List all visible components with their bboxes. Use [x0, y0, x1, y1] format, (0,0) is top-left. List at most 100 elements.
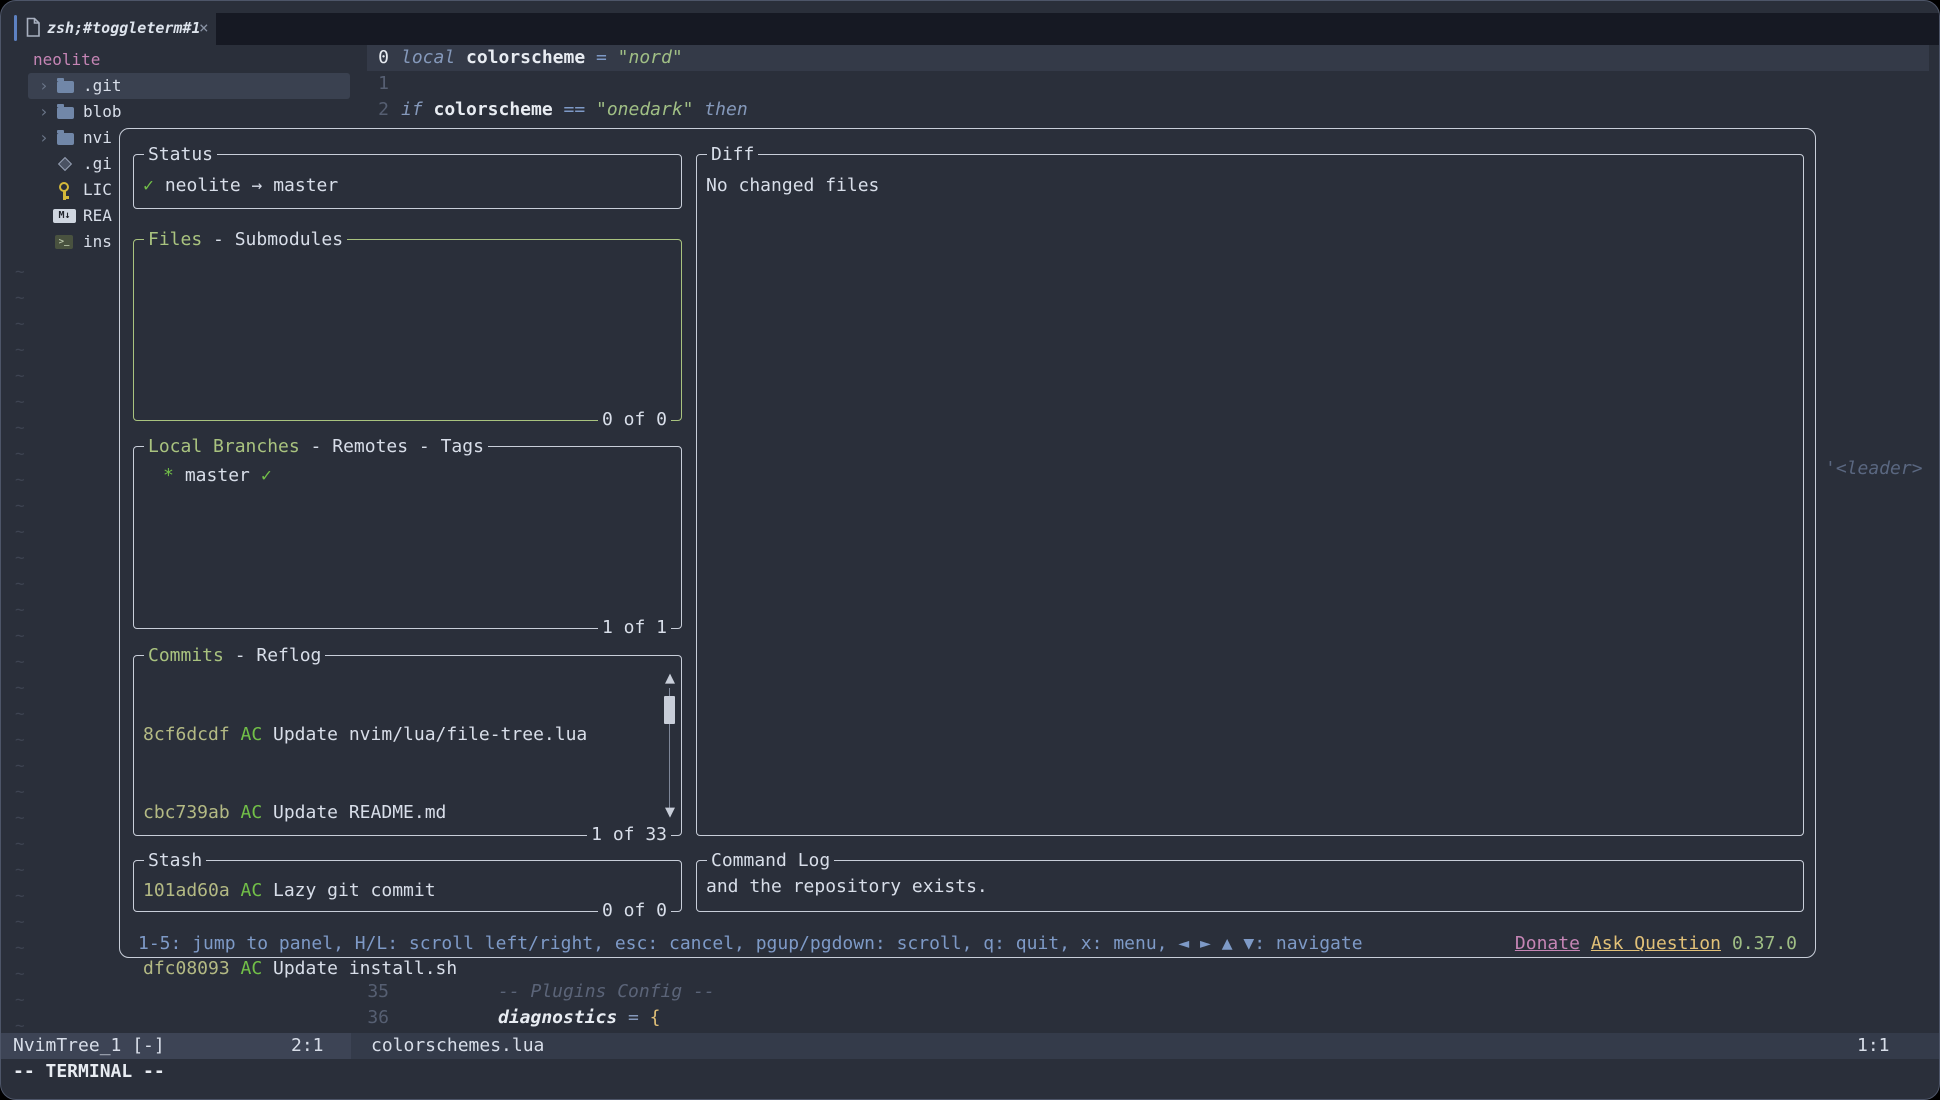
scroll-down-icon[interactable]: ▼	[663, 806, 677, 820]
variable-token: colorscheme	[466, 45, 585, 71]
stash-count: 0 of 0	[598, 898, 671, 924]
current-branch-star-icon: *	[163, 463, 174, 489]
tab-terminal-toggleterm[interactable]: zsh;#toggleterm#1	[47, 15, 201, 41]
markdown-icon: M↓	[53, 209, 76, 223]
variable-token: colorscheme	[433, 97, 552, 123]
key-icon	[59, 182, 69, 192]
commit-message: Update install.sh	[273, 956, 457, 982]
line-number: 0	[367, 45, 389, 71]
command-log-panel-title: Command Log	[707, 848, 834, 874]
line-number: 2	[367, 97, 389, 123]
files-count: 0 of 0	[598, 407, 671, 433]
branches-panel-title: Local Branches - Remotes - Tags	[144, 434, 488, 460]
operator-token: ==	[564, 97, 586, 123]
command-log-message: and the repository exists.	[706, 874, 988, 900]
tilde-column: ~~~~~~~~~~~~~~~~~~~~~~~~~~~~~~	[15, 259, 25, 1039]
branches-count: 1 of 1	[598, 615, 671, 641]
keyword-token: if	[401, 97, 423, 123]
status-panel-title: Status	[144, 142, 217, 168]
line-number: 1	[367, 71, 389, 97]
lazygit-version: 0.37.0	[1732, 931, 1797, 957]
folder-icon	[57, 133, 74, 145]
commit-hash: cbc739ab	[143, 800, 230, 826]
commit-row[interactable]: 8cf6dcdf AC Update nvim/lua/file-tree.lua	[143, 722, 587, 748]
diff-empty-message: No changed files	[706, 173, 879, 199]
chevron-right-icon[interactable]: ›	[39, 99, 49, 125]
neovim-window: zsh;#toggleterm#1 × neolite › .git › blo…	[0, 0, 1940, 1100]
statusline-tree-position: 2:1	[291, 1033, 324, 1059]
branch-row-master[interactable]: * master ✓	[163, 463, 272, 489]
stash-panel-title: Stash	[144, 848, 206, 874]
active-tab-indicator	[14, 15, 17, 41]
lazygit-bottom-bar: 1-5: jump to panel, H/L: scroll left/rig…	[138, 931, 1797, 957]
tree-item-git-folder[interactable]: › .git	[1, 73, 361, 99]
ask-question-link[interactable]: Ask Question	[1591, 931, 1721, 957]
commits-panel-title: Commits - Reflog	[144, 643, 325, 669]
folder-icon	[57, 107, 74, 119]
repo-branch-text: neolite → master	[165, 173, 338, 199]
terminal-icon: >_	[55, 235, 73, 249]
tree-item-blob-folder[interactable]: › blob	[1, 99, 361, 125]
commits-count: 1 of 33	[587, 822, 671, 848]
leader-key-hint: '<leader>	[1825, 456, 1923, 482]
commit-hash: dfc08093	[143, 956, 230, 982]
tree-item-label: LIC	[83, 177, 112, 203]
local-branches-tab-active[interactable]: Local Branches	[148, 436, 300, 457]
lazygit-files-panel[interactable]: Files - Submodules 0 of 0	[133, 239, 682, 421]
scrollbar-thumb[interactable]	[664, 696, 675, 724]
tree-item-label: REA	[83, 203, 112, 229]
commit-hash: 8cf6dcdf	[143, 722, 230, 748]
diff-panel-title: Diff	[707, 142, 758, 168]
check-icon: ✓	[143, 173, 154, 199]
brace-token: {	[650, 1005, 661, 1031]
keyword-token: then	[704, 97, 747, 123]
commit-message: Update nvim/lua/file-tree.lua	[273, 722, 587, 748]
status-repo-row[interactable]: ✓ neolite → master	[143, 173, 338, 199]
branch-name: master	[185, 463, 250, 489]
gitignore-icon	[58, 157, 72, 171]
statusline: NvimTree_1 [-] 2:1 colorschemes.lua 1:1	[1, 1033, 1940, 1059]
lazygit-diff-panel[interactable]: Diff No changed files	[696, 154, 1804, 836]
lazygit-stash-panel[interactable]: Stash 0 of 0	[133, 860, 682, 912]
tree-item-label: nvi	[83, 125, 112, 151]
operator-token: =	[628, 1005, 639, 1031]
commit-author: AC	[241, 722, 263, 748]
scroll-up-icon[interactable]: ▲	[663, 672, 677, 686]
donate-link[interactable]: Donate	[1515, 931, 1580, 957]
code-line-0[interactable]: local colorscheme = "nord"	[401, 45, 683, 71]
tree-root-folder[interactable]: neolite	[33, 47, 100, 73]
remotes-tags-tabs[interactable]: - Remotes - Tags	[300, 436, 484, 457]
commits-tab-active[interactable]: Commits	[148, 645, 224, 666]
tab-close-icon[interactable]: ×	[199, 15, 209, 41]
operator-token: =	[596, 45, 607, 71]
commit-row[interactable]: dfc08093 AC Update install.sh	[143, 956, 587, 982]
lazygit-command-log-panel[interactable]: Command Log and the repository exists.	[696, 860, 1804, 912]
lazygit-branches-panel[interactable]: Local Branches - Remotes - Tags * master…	[133, 446, 682, 629]
lazygit-float-window: Status ✓ neolite → master Files - Submod…	[119, 128, 1816, 958]
chevron-right-icon[interactable]: ›	[39, 125, 49, 151]
commit-row[interactable]: cbc739ab AC Update README.md	[143, 800, 587, 826]
file-icon	[25, 17, 41, 42]
commit-author: AC	[241, 800, 263, 826]
statusline-cursor-position: 1:1	[1857, 1033, 1890, 1059]
tree-item-label: .git	[83, 73, 122, 99]
commits-scrollbar[interactable]: ▲ ▼	[662, 672, 677, 824]
keybind-hints: 1-5: jump to panel, H/L: scroll left/rig…	[138, 933, 1363, 954]
reflog-tab[interactable]: - Reflog	[224, 645, 322, 666]
code-line-2[interactable]: if colorscheme == "onedark" then	[401, 97, 748, 123]
statusline-buffer-name: NvimTree_1 [-]	[13, 1033, 165, 1059]
tree-item-label: .gi	[83, 151, 112, 177]
string-token: "onedark"	[596, 97, 694, 123]
files-panel-title: Files - Submodules	[144, 227, 347, 253]
folder-icon	[57, 81, 74, 93]
string-token: "nord"	[618, 45, 683, 71]
lazygit-status-panel[interactable]: Status ✓ neolite → master	[133, 154, 682, 209]
check-icon: ✓	[261, 463, 272, 489]
commit-message: Update README.md	[273, 800, 446, 826]
lazygit-commits-panel[interactable]: Commits - Reflog 8cf6dcdfACUpdate nvim/l…	[133, 655, 682, 836]
commit-author: AC	[241, 956, 263, 982]
submodules-tab[interactable]: - Submodules	[202, 229, 343, 250]
mode-indicator: -- TERMINAL --	[13, 1059, 165, 1085]
files-tab-active[interactable]: Files	[148, 229, 202, 250]
chevron-right-icon[interactable]: ›	[39, 73, 49, 99]
